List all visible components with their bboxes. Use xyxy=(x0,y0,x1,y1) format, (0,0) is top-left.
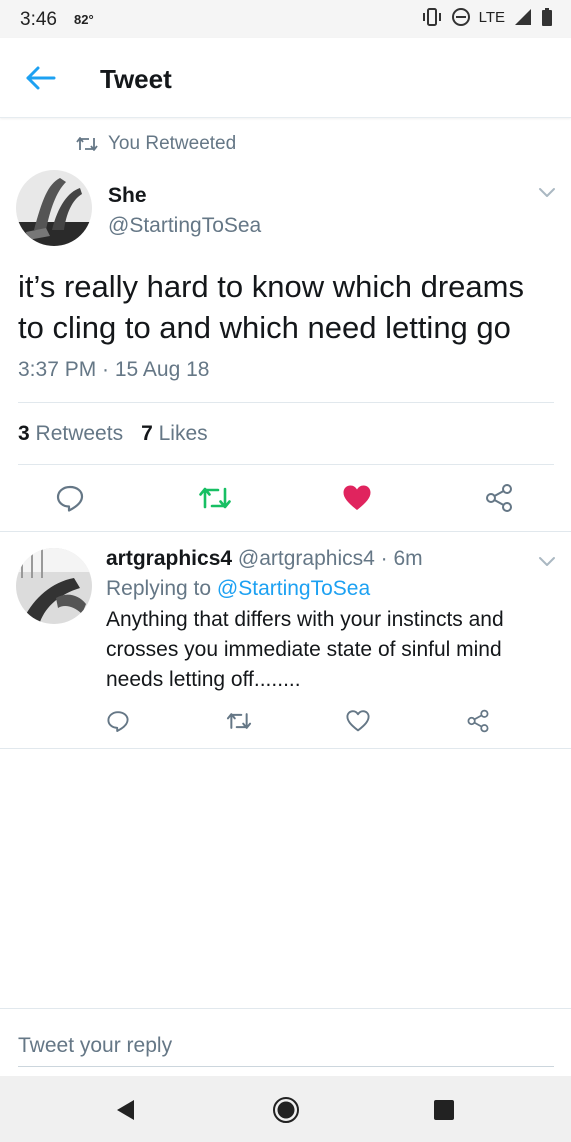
reply-header: artgraphics4 @artgraphics4 · 6m xyxy=(106,545,546,573)
share-icon[interactable] xyxy=(484,483,514,513)
back-arrow-icon[interactable] xyxy=(22,60,58,96)
replying-prefix: Replying to xyxy=(106,577,212,600)
nav-back-icon[interactable] xyxy=(114,1098,138,1122)
like-icon[interactable] xyxy=(342,484,372,512)
retweet-icon[interactable] xyxy=(226,711,252,731)
reply-author-handle[interactable]: @artgraphics4 xyxy=(238,547,375,570)
likes-label: Likes xyxy=(158,422,208,445)
retweet-context-label: You Retweeted xyxy=(108,133,237,154)
divider xyxy=(0,531,571,532)
retweet-icon[interactable] xyxy=(198,485,232,511)
retweet-icon xyxy=(76,137,98,151)
status-bar: 3:46 82° LTE xyxy=(0,0,571,38)
replying-to-link[interactable]: @StartingToSea xyxy=(217,577,370,600)
tweet-timestamp: 3:37 PM · 15 Aug 18 xyxy=(18,358,210,381)
retweet-context[interactable]: You Retweeted xyxy=(76,133,236,155)
replying-to: Replying to @StartingToSea xyxy=(106,573,546,605)
system-nav-bar xyxy=(0,1076,571,1142)
reply-input[interactable] xyxy=(18,1025,554,1067)
retweets-label: Retweets xyxy=(35,422,124,445)
share-icon[interactable] xyxy=(466,709,490,733)
avatar[interactable] xyxy=(16,170,92,246)
status-temperature: 82° xyxy=(74,12,94,27)
page-title: Tweet xyxy=(100,64,172,94)
reply-author-name[interactable]: artgraphics4 xyxy=(106,547,232,570)
chevron-down-icon[interactable] xyxy=(537,186,557,200)
divider xyxy=(0,748,571,749)
reply-text: Anything that differs with your instinct… xyxy=(106,608,504,691)
reply-icon[interactable] xyxy=(106,709,130,733)
author-handle[interactable]: @StartingToSea xyxy=(108,214,261,238)
tweet-text: it’s really hard to know which dreams to… xyxy=(18,269,524,345)
reply-tweet[interactable]: artgraphics4 @artgraphics4 · 6m Replying… xyxy=(106,545,546,695)
divider xyxy=(18,464,554,465)
network-type: LTE xyxy=(478,8,505,26)
tweet-stats: 3 Retweets 7 Likes xyxy=(18,422,208,446)
reply-icon[interactable] xyxy=(55,483,85,513)
retweets-count: 3 xyxy=(18,422,30,445)
divider xyxy=(18,402,554,403)
reply-avatar[interactable] xyxy=(16,548,92,624)
vibrate-icon xyxy=(422,8,441,26)
status-time: 3:46 xyxy=(20,9,57,30)
dnd-icon xyxy=(451,8,470,26)
retweets-stat[interactable]: 3 Retweets xyxy=(18,422,123,446)
reply-age: · 6m xyxy=(380,547,423,570)
likes-count: 7 xyxy=(141,422,153,445)
status-icons: LTE xyxy=(421,7,553,27)
reply-composer xyxy=(0,1008,571,1076)
author-name[interactable]: She xyxy=(108,184,147,208)
nav-home-icon[interactable] xyxy=(272,1096,300,1124)
app-header: Tweet xyxy=(0,38,571,118)
chevron-down-icon[interactable] xyxy=(537,555,557,569)
signal-icon xyxy=(515,9,531,25)
likes-stat[interactable]: 7 Likes xyxy=(141,422,208,446)
like-icon[interactable] xyxy=(346,710,370,732)
nav-recents-icon[interactable] xyxy=(433,1099,455,1121)
battery-icon xyxy=(542,8,552,26)
